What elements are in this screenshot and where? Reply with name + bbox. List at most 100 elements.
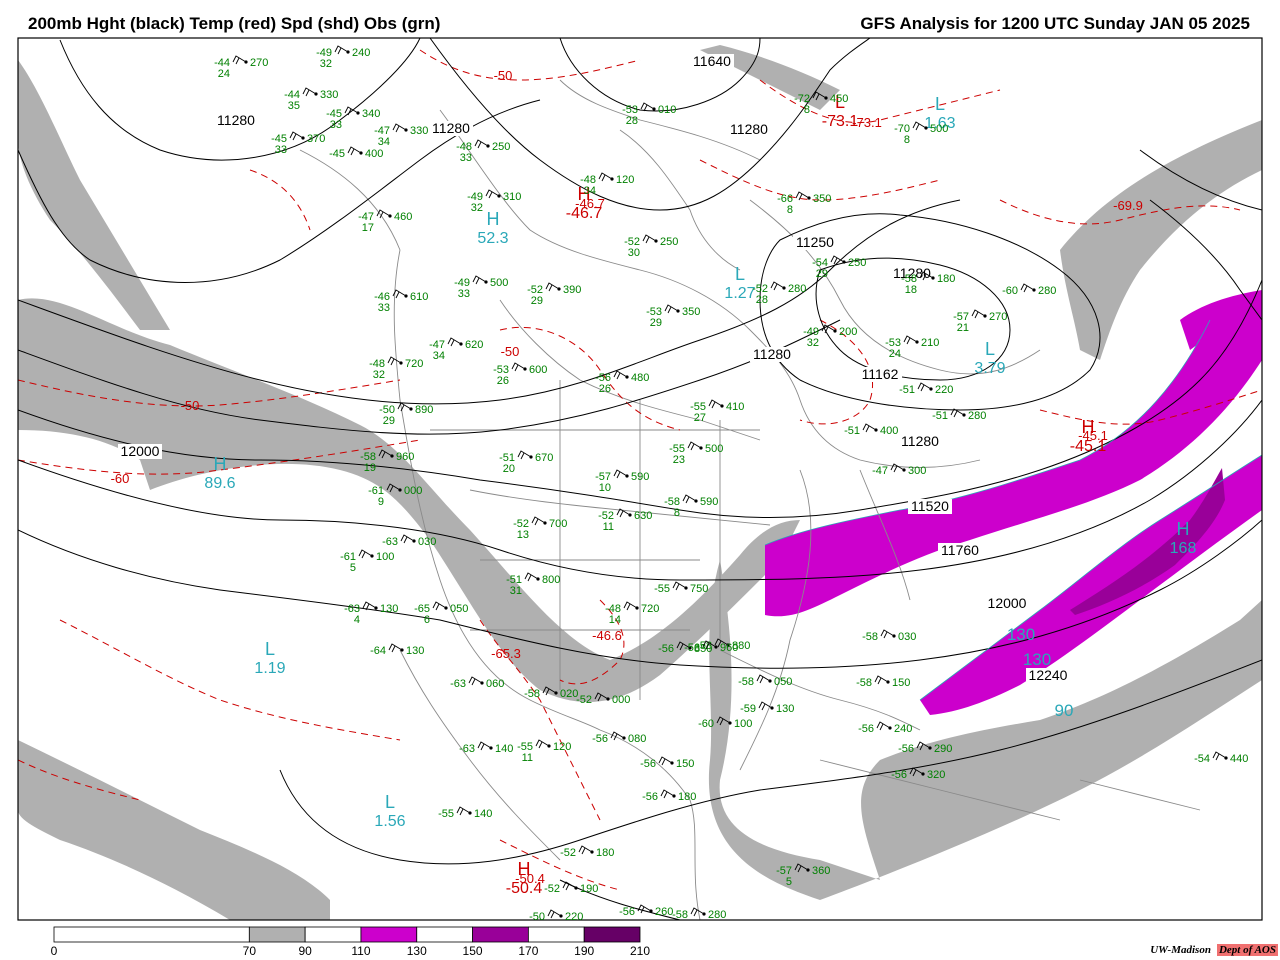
obs-height: 050 bbox=[774, 676, 792, 688]
obs-temp: -54 bbox=[1194, 753, 1210, 765]
height-label: 11280 bbox=[901, 433, 939, 449]
obs-height: 340 bbox=[362, 108, 380, 120]
credit-dept: Dept of AOS bbox=[1216, 944, 1278, 956]
center-letter: H bbox=[487, 209, 500, 229]
obs-height: 290 bbox=[934, 743, 952, 755]
obs-temp: -56 bbox=[891, 769, 907, 781]
obs-height: 020 bbox=[560, 688, 578, 700]
speed-contour-label: 130 bbox=[1007, 625, 1035, 644]
colorbar-label: 210 bbox=[630, 944, 650, 958]
obs-dewpoint: 30 bbox=[628, 247, 640, 259]
obs-temp: -52 bbox=[544, 883, 560, 895]
obs-dewpoint: 11 bbox=[522, 752, 533, 764]
obs-dewpoint: 23 bbox=[673, 454, 685, 466]
obs-dewpoint: 33 bbox=[275, 144, 287, 156]
center-letter: L bbox=[385, 792, 395, 812]
center-value: 168 bbox=[1170, 540, 1197, 557]
colorbar-label: 70 bbox=[243, 944, 257, 958]
obs-height: 410 bbox=[726, 401, 744, 413]
obs-height: 600 bbox=[529, 364, 547, 376]
obs-dewpoint: 19 bbox=[364, 462, 376, 474]
obs-height: 150 bbox=[892, 677, 910, 689]
obs-temp: -60 bbox=[1002, 285, 1018, 297]
colorbar-label: 110 bbox=[351, 944, 370, 958]
obs-temp: -58 bbox=[856, 677, 872, 689]
obs-dewpoint: 33 bbox=[378, 302, 390, 314]
obs-dewpoint: 34 bbox=[378, 136, 390, 148]
obs-dewpoint: 34 bbox=[433, 350, 445, 362]
obs-height: 500 bbox=[930, 123, 948, 135]
colorbar-bin bbox=[360, 926, 418, 943]
temperature-label: -50 bbox=[501, 344, 520, 359]
obs-height: 270 bbox=[250, 57, 268, 69]
center-letter: L bbox=[985, 339, 995, 359]
center-value: -73.1 bbox=[822, 113, 859, 130]
obs-height: 190 bbox=[580, 883, 598, 895]
obs-height: 280 bbox=[1038, 285, 1056, 297]
height-label: 12240 bbox=[1029, 667, 1068, 683]
obs-height: 080 bbox=[628, 733, 646, 745]
obs-height: 590 bbox=[631, 471, 649, 483]
obs-dewpoint: 24 bbox=[889, 348, 901, 360]
obs-height: 700 bbox=[549, 518, 567, 530]
obs-height: 300 bbox=[908, 465, 926, 477]
obs-height: 100 bbox=[734, 718, 752, 730]
center-value: 1.56 bbox=[374, 813, 405, 830]
obs-height: 060 bbox=[486, 678, 504, 690]
obs-height: 390 bbox=[563, 284, 581, 296]
obs-height: 010 bbox=[658, 104, 676, 116]
height-label: 11280 bbox=[730, 121, 768, 137]
obs-height: 130 bbox=[380, 603, 398, 615]
obs-dewpoint: 8 bbox=[804, 104, 810, 116]
speed-colorbar: 0 70 90 110 130 150 170 190 210 bbox=[51, 926, 650, 958]
obs-height: 630 bbox=[634, 510, 652, 522]
obs-dewpoint: 24 bbox=[218, 68, 230, 80]
temperature-label: -50 bbox=[181, 398, 200, 413]
credit-org: UW-Madison bbox=[1150, 944, 1211, 956]
obs-dewpoint: 20 bbox=[503, 463, 515, 475]
center-letter: L bbox=[735, 264, 745, 284]
obs-dewpoint: 32 bbox=[807, 337, 819, 349]
obs-height: 000 bbox=[404, 485, 422, 497]
colorbar-bin bbox=[53, 926, 250, 943]
obs-temp: -45 bbox=[329, 148, 345, 160]
obs-height: 460 bbox=[394, 211, 412, 223]
colorbar-bin bbox=[416, 926, 473, 943]
center-value: 1.27 bbox=[724, 285, 755, 302]
height-label: 11640 bbox=[693, 53, 731, 69]
obs-dewpoint: 31 bbox=[510, 585, 522, 597]
obs-temp: -55 bbox=[438, 808, 454, 820]
center-letter: L bbox=[265, 639, 275, 659]
height-label: 11280 bbox=[753, 346, 791, 362]
center-letter: L bbox=[935, 94, 945, 114]
obs-dewpoint: 5 bbox=[350, 562, 356, 574]
analysis-time: GFS Analysis for 1200 UTC Sunday JAN 05 … bbox=[860, 14, 1250, 33]
obs-temp: -63 bbox=[459, 743, 475, 755]
obs-height: 720 bbox=[405, 358, 423, 370]
obs-temp: -50 bbox=[529, 911, 545, 923]
obs-temp: -56 bbox=[898, 743, 914, 755]
obs-dewpoint: 29 bbox=[531, 295, 543, 307]
obs-temp: -56 bbox=[619, 906, 635, 918]
obs-height: 610 bbox=[410, 291, 428, 303]
obs-height: 120 bbox=[616, 174, 634, 186]
obs-height: 310 bbox=[503, 191, 521, 203]
obs-temp: -56 bbox=[658, 643, 674, 655]
obs-height: 250 bbox=[848, 257, 866, 269]
obs-dewpoint: 5 bbox=[786, 876, 792, 888]
obs-dewpoint: 17 bbox=[362, 222, 374, 234]
temperature-label: -60 bbox=[111, 471, 130, 486]
obs-temp: -64 bbox=[370, 645, 386, 657]
obs-height: 250 bbox=[492, 141, 510, 153]
colorbar-label: 170 bbox=[518, 944, 538, 958]
obs-height: 150 bbox=[676, 758, 694, 770]
obs-height: 200 bbox=[839, 326, 857, 338]
obs-height: 330 bbox=[410, 125, 428, 137]
obs-temp: -52 bbox=[560, 847, 576, 859]
obs-height: 440 bbox=[1230, 753, 1248, 765]
obs-dewpoint: 33 bbox=[458, 288, 470, 300]
height-label: 12000 bbox=[121, 443, 160, 459]
obs-height: 720 bbox=[641, 603, 659, 615]
obs-height: 500 bbox=[705, 443, 723, 455]
obs-dewpoint: 29 bbox=[650, 317, 662, 329]
